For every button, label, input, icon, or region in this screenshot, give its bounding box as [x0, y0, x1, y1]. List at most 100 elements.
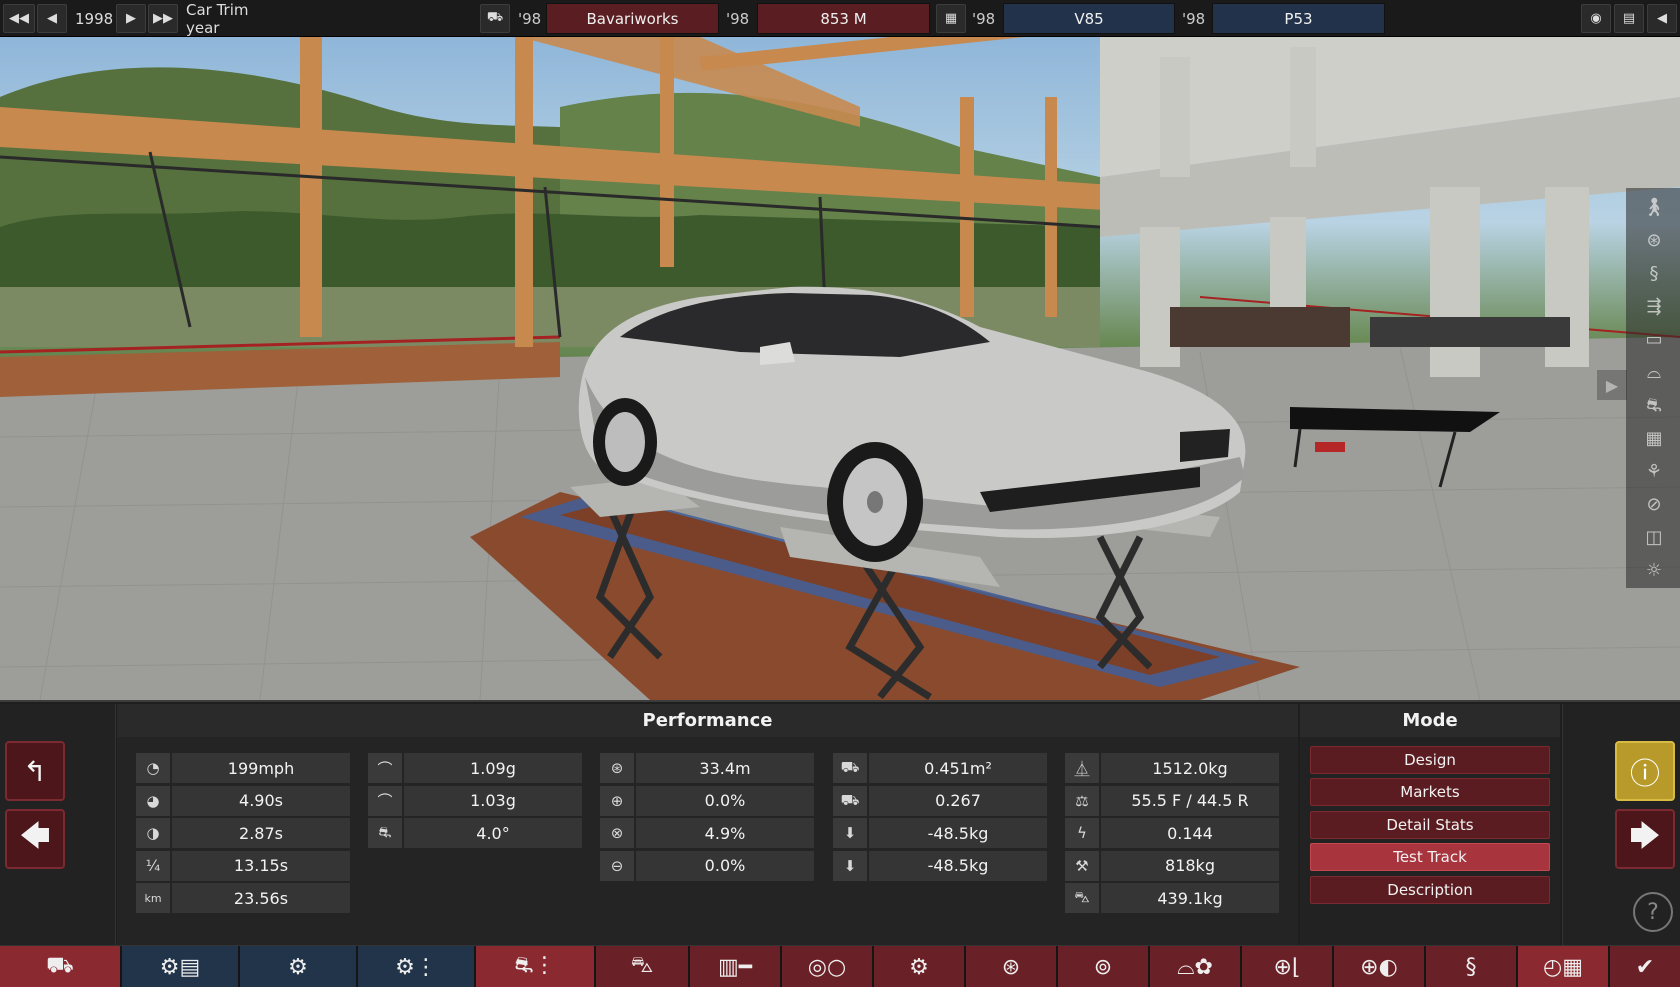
- headlight-icon: ◎○: [807, 954, 847, 980]
- arrow-left-icon: 🡄: [19, 818, 51, 854]
- designer-nav-bar: ⛟ ⚙▤ ⚙ ⚙⋮ ⛐⋮ ⛍ ▥━ ◎○ ⚙ ⊛ ⊚ ⌓✿ ⊕⌊ ⊕◐ § ◴▦…: [0, 945, 1680, 987]
- nav-tune[interactable]: §: [1426, 946, 1516, 987]
- nav-finish[interactable]: ✔: [1610, 946, 1680, 987]
- spring-icon[interactable]: §: [1642, 262, 1666, 286]
- suspension-icon[interactable]: ⚘: [1642, 460, 1666, 484]
- nav-engine-design[interactable]: ⚙: [240, 946, 356, 987]
- walk-icon[interactable]: 🚶︎: [1642, 196, 1666, 220]
- lightbulb-icon[interactable]: ☼: [1642, 559, 1666, 583]
- next-step-button[interactable]: 🡆: [1615, 809, 1675, 869]
- stat-value: 1.09g: [404, 753, 582, 783]
- quarter-mile-icon: ¼: [136, 850, 170, 881]
- nav-car-model[interactable]: ⛟: [0, 946, 120, 987]
- question-icon: ?: [1647, 899, 1659, 925]
- mode-design-button[interactable]: Design: [1310, 746, 1550, 774]
- nav-drivetrain[interactable]: ⚙: [874, 946, 964, 987]
- warnings-button[interactable]: ⓘ: [1615, 741, 1675, 801]
- engine-variant-field[interactable]: P53: [1212, 3, 1385, 34]
- nav-interior[interactable]: ⊕⌊: [1242, 946, 1332, 987]
- brake-disc-icon: ⊚: [1093, 954, 1113, 980]
- car-side-icon[interactable]: ⛐: [1642, 394, 1666, 418]
- nav-fixtures[interactable]: ◎○: [782, 946, 872, 987]
- wheel-icon[interactable]: ⊛: [1642, 229, 1666, 253]
- year-last-button[interactable]: ▶▶: [148, 4, 178, 33]
- previous-step-button[interactable]: 🡄: [5, 809, 65, 869]
- nav-wheels[interactable]: ⊛: [966, 946, 1056, 987]
- stat-1-3: ◑ 2.87s: [136, 818, 350, 848]
- stat-value: 439.1kg: [1101, 883, 1279, 913]
- stat-value: 0.144: [1101, 818, 1279, 848]
- car-icon: ⛟: [486, 10, 504, 25]
- car-model-button[interactable]: ⛟: [480, 4, 510, 33]
- model-name-field[interactable]: Bavariworks: [546, 3, 719, 34]
- stat-value: 4.90s: [172, 785, 350, 816]
- downforce-front-icon: ⬇: [833, 818, 867, 848]
- mode-title: Mode: [1300, 704, 1560, 737]
- tire-brake-icon: ⊖: [600, 850, 634, 881]
- stat-value: 0.451m²: [869, 753, 1047, 783]
- screenshot-button[interactable]: ◉: [1581, 4, 1611, 33]
- stat-2-3: ⛐ 4.0°: [368, 818, 582, 848]
- year-prev-button[interactable]: ◀: [37, 4, 67, 33]
- calculator-button[interactable]: ▤: [1614, 4, 1644, 33]
- car-trim-icon: ⛐⋮: [514, 953, 556, 978]
- nav-brakes[interactable]: ⊚: [1058, 946, 1148, 987]
- engine-family-field[interactable]: V85: [1003, 3, 1175, 34]
- weight-distribution-icon: ⚖: [1065, 785, 1099, 816]
- fast-forward-icon: ▶▶: [153, 11, 173, 26]
- help-button[interactable]: ?: [1633, 892, 1673, 932]
- stat-value: 55.5 F / 44.5 R: [1101, 785, 1279, 816]
- ratio-icon: ϟ: [1065, 818, 1099, 848]
- year-first-button[interactable]: ◀◀: [3, 4, 35, 33]
- stat-2-1: ⌒ 1.09g: [368, 753, 582, 783]
- car-trim-year-value: 1998: [75, 9, 114, 28]
- mode-description-button[interactable]: Description: [1310, 876, 1550, 904]
- engine-icon[interactable]: ▦: [1642, 427, 1666, 451]
- km-icon: km: [136, 883, 170, 913]
- stat-value: 4.9%: [636, 818, 814, 848]
- wrench-icon: ⚒: [1065, 850, 1099, 881]
- camera-angle-button[interactable]: ↰: [5, 741, 65, 801]
- frontal-area-icon: ⛟: [833, 753, 867, 783]
- back-button[interactable]: ◀: [1647, 4, 1677, 33]
- arrow-left-icon: ◀: [1657, 11, 1667, 26]
- exhaust-icon[interactable]: ⇶: [1642, 295, 1666, 319]
- nav-aero[interactable]: ⌓✿: [1150, 946, 1240, 987]
- frame-icon[interactable]: ◫: [1642, 526, 1666, 550]
- car-viewport[interactable]: [0, 37, 1680, 700]
- sidebar-toggle-button[interactable]: ▶: [1597, 370, 1627, 400]
- exclamation-icon: ⓘ: [1630, 757, 1660, 792]
- engine-button[interactable]: ▦: [936, 4, 966, 33]
- calculator-icon: ▤: [1622, 11, 1636, 26]
- stat-value: 818kg: [1101, 850, 1279, 881]
- engine-icon: ▦: [944, 11, 958, 26]
- nav-chassis[interactable]: ▥━: [690, 946, 780, 987]
- showroom-scene: [0, 37, 1680, 700]
- nav-safety[interactable]: ⊕◐: [1334, 946, 1424, 987]
- nav-test-track[interactable]: ◴▦: [1518, 946, 1608, 987]
- mode-detail-stats-button[interactable]: Detail Stats: [1310, 811, 1550, 839]
- nav-body[interactable]: ⛍: [596, 946, 688, 987]
- performance-title: Performance: [117, 704, 1298, 737]
- mode-markets-button[interactable]: Markets: [1310, 778, 1550, 806]
- stat-5-4: ⚒ 818kg: [1065, 850, 1279, 881]
- stat-value: 1512.0kg: [1101, 753, 1279, 783]
- gear-half-icon: ⚙: [909, 954, 929, 980]
- nav-engine-family[interactable]: ⚙▤: [122, 946, 238, 987]
- chevron-right-icon: ▶: [126, 11, 136, 26]
- chassis-icon: ▥━: [717, 954, 753, 980]
- left-controls: ↰ 🡄: [0, 704, 116, 947]
- nav-engine-tuning[interactable]: ⚙⋮: [358, 946, 474, 987]
- braking-icon: ⊛: [600, 753, 634, 783]
- year-next-button[interactable]: ▶: [116, 4, 146, 33]
- trim-name-field[interactable]: 853 M: [757, 3, 930, 34]
- body-icon[interactable]: ⌓: [1642, 361, 1666, 385]
- nav-trim-design[interactable]: ⛐⋮: [476, 946, 594, 987]
- engine-year-tag: '98: [972, 9, 996, 28]
- variant-year-tag: '98: [1182, 9, 1206, 28]
- no-entry-icon[interactable]: ⊘: [1642, 493, 1666, 517]
- mode-test-track-button[interactable]: Test Track: [1310, 843, 1550, 871]
- mode-list: Design Markets Detail Stats Test Track D…: [1300, 737, 1560, 945]
- chassis-icon[interactable]: ▭: [1642, 328, 1666, 352]
- model-year-tag: '98: [518, 9, 542, 28]
